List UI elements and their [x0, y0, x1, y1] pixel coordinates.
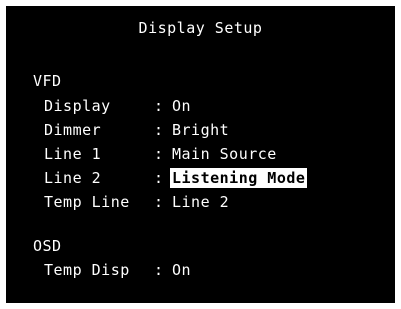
menu-item-dimmer[interactable]: Dimmer : Bright	[44, 118, 229, 142]
menu-item-value: On	[172, 261, 192, 279]
menu-item-temp-disp[interactable]: Temp Disp : On	[44, 258, 191, 282]
menu-item-label: Temp Disp	[44, 261, 130, 279]
menu-item-value: Line 2	[172, 193, 230, 211]
menu-item-separator: :	[154, 97, 164, 115]
menu-item-temp-line[interactable]: Temp Line : Line 2	[44, 190, 229, 214]
menu-item-label: Display	[44, 97, 111, 115]
section-header-vfd: VFD	[33, 72, 62, 90]
menu-item-value: Main Source	[172, 145, 277, 163]
menu-item-label: Line 1	[44, 145, 102, 163]
menu-item-label: Temp Line	[44, 193, 130, 211]
menu-item-separator: :	[154, 193, 164, 211]
menu-item-display[interactable]: Display : On	[44, 94, 191, 118]
selected-value-highlight[interactable]: Listening Mode	[170, 168, 308, 188]
menu-item-line-2[interactable]: Line 2 : Listening Mode	[44, 166, 308, 190]
page-title: Display Setup	[138, 19, 263, 37]
menu-item-line-1[interactable]: Line 1 : Main Source	[44, 142, 277, 166]
menu-item-label: Line 2	[44, 169, 102, 187]
menu-item-value: On	[172, 97, 192, 115]
menu-item-value: Bright	[172, 121, 230, 139]
menu-item-separator: :	[154, 261, 164, 279]
osd-screen: Display Setup VFD Display : On Dimmer : …	[6, 6, 395, 303]
section-header-osd: OSD	[33, 237, 62, 255]
menu-item-separator: :	[154, 145, 164, 163]
menu-item-label: Dimmer	[44, 121, 102, 139]
menu-item-separator: :	[154, 121, 164, 139]
